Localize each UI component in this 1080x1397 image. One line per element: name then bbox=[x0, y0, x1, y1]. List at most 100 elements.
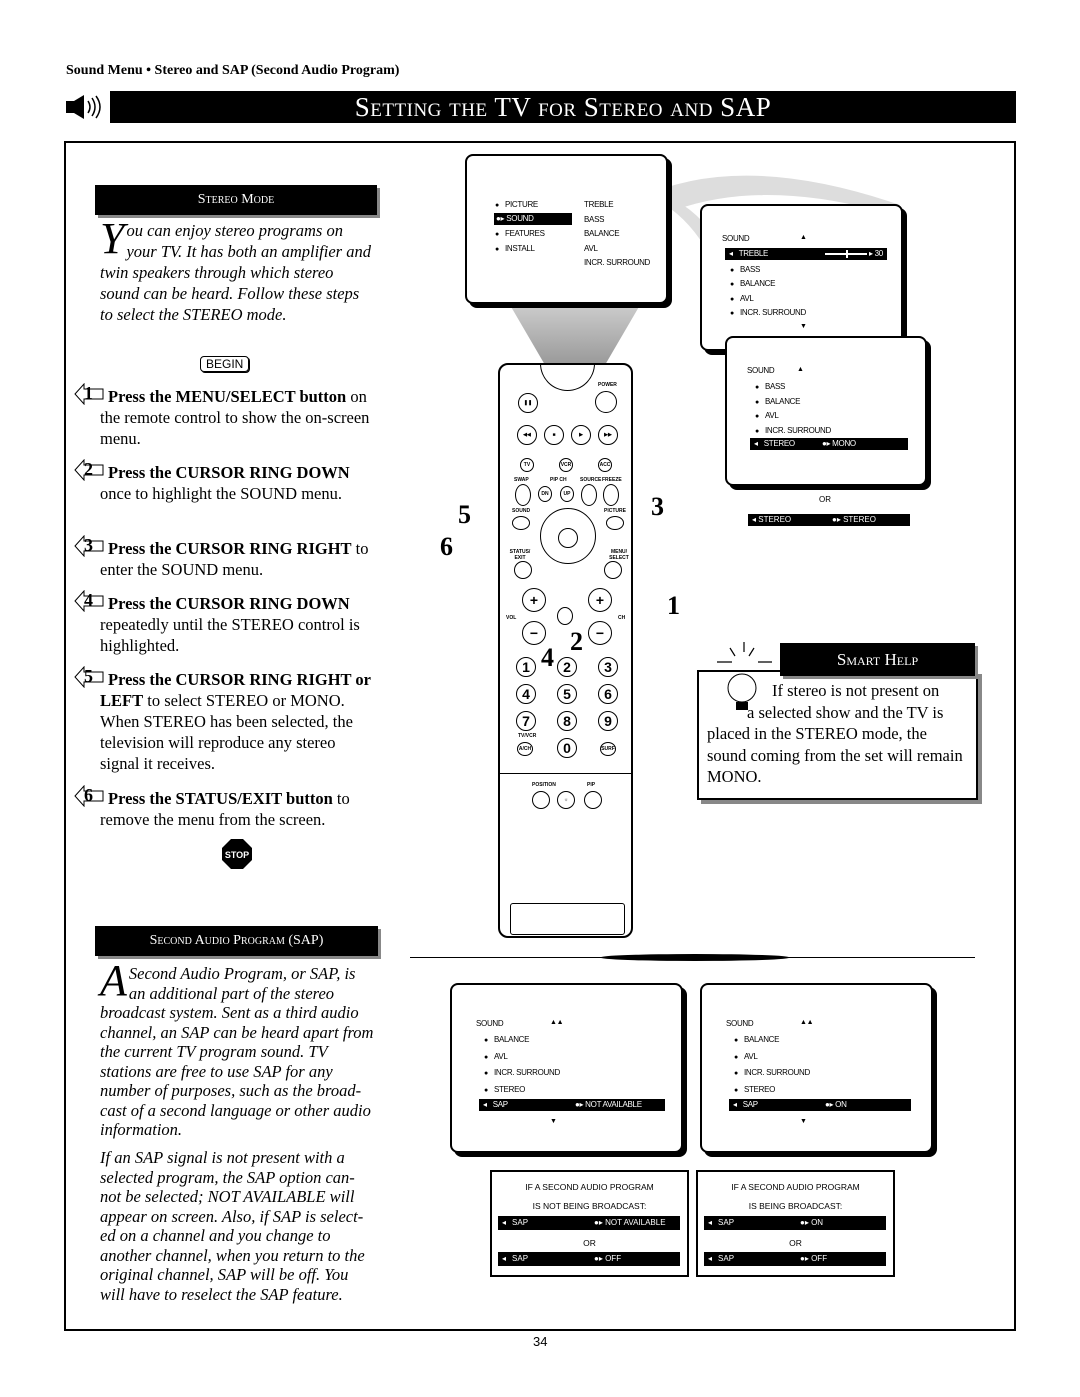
menu-select-button[interactable] bbox=[604, 561, 622, 579]
digit-4-button[interactable]: 4 bbox=[516, 684, 536, 704]
menu-item-avl[interactable]: AVL bbox=[484, 1052, 508, 1061]
step-number-arrow-icon: 2 bbox=[74, 459, 104, 481]
sound-menu-treble-screen: SOUND ▲ ◂TREBLE▸ 30 BASS BALANCE AVL INCR. SUR… bbox=[700, 204, 903, 351]
menu-item-balance[interactable]: BALANCE bbox=[755, 397, 801, 406]
selected-row-sap[interactable]: ◂ SAP ●▸ NOT AVAILABLE bbox=[479, 1099, 665, 1111]
mute-button[interactable] bbox=[557, 607, 573, 625]
menu-item-install[interactable]: INSTALL bbox=[495, 244, 535, 253]
stop-sign-icon: STOP bbox=[221, 838, 253, 875]
pip-button[interactable] bbox=[584, 791, 602, 809]
digit-1-button[interactable]: 1 bbox=[516, 657, 536, 677]
menu-item-avl[interactable]: AVL bbox=[730, 294, 754, 303]
menu-item-incr-surround[interactable]: INCR. SURROUND bbox=[484, 1068, 560, 1077]
menu-item-picture[interactable]: PICTURE bbox=[495, 200, 538, 209]
status-exit-label: STATUS/ EXIT bbox=[509, 549, 531, 561]
menu-item-bass[interactable]: BASS bbox=[730, 265, 760, 274]
smart-help-heading: Smart Help bbox=[780, 643, 975, 676]
ach-button[interactable]: A/CH bbox=[517, 742, 533, 756]
submenu-item: BASS bbox=[584, 214, 605, 224]
channel-down-button[interactable]: − bbox=[588, 621, 612, 645]
remote-label: PIP CH bbox=[550, 477, 567, 483]
treble-slider[interactable] bbox=[825, 250, 867, 258]
menu-item-incr-surround[interactable]: INCR. SURROUND bbox=[755, 426, 831, 435]
selected-row-sap[interactable]: ◂ SAP ●▸ ON bbox=[729, 1099, 911, 1111]
speaker-icon bbox=[64, 93, 108, 126]
pip-ch-down-button[interactable]: DN bbox=[538, 486, 552, 502]
digit-6-button[interactable]: 6 bbox=[598, 684, 618, 704]
pause-button[interactable]: ❚❚ bbox=[518, 393, 538, 413]
callout-2: 2 bbox=[570, 627, 583, 656]
sound-button[interactable] bbox=[512, 516, 530, 530]
power-button[interactable] bbox=[595, 391, 617, 413]
submenu-item: TREBLE bbox=[584, 200, 614, 209]
freeze-button[interactable] bbox=[603, 484, 619, 506]
stop-button[interactable]: ■ bbox=[544, 425, 564, 445]
remote-label: POWER bbox=[598, 382, 617, 388]
box-line-1: IF A SECOND AUDIO PROGRAM bbox=[731, 1182, 860, 1192]
cursor-center-button[interactable] bbox=[558, 528, 578, 548]
menu-item-balance[interactable]: BALANCE bbox=[484, 1035, 530, 1044]
menu-item-stereo[interactable]: STEREO bbox=[484, 1085, 525, 1094]
page-title: Setting the TV for Stereo and SAP bbox=[110, 91, 1016, 123]
position-button[interactable] bbox=[532, 791, 550, 809]
step-1: 1 Press the MENU/SELECT button on the rem… bbox=[74, 383, 374, 449]
callout-6: 6 bbox=[440, 532, 453, 561]
remote-label: PIP bbox=[587, 782, 596, 788]
menu-title: SOUND bbox=[747, 366, 775, 375]
sap-note: If an SAP signal is not present with a s… bbox=[100, 1148, 365, 1304]
status-exit-button[interactable] bbox=[514, 561, 532, 579]
sap-row-b: ◂ SAP ●▸ OFF bbox=[704, 1252, 886, 1266]
menu-item-balance[interactable]: BALANCE bbox=[734, 1035, 780, 1044]
step-5: 5 Press the CURSOR RING RIGHT or LEFT to … bbox=[74, 666, 374, 774]
selected-row-treble[interactable]: ◂ TREBLE ▸ 30 bbox=[725, 248, 887, 260]
channel-up-button[interactable]: + bbox=[588, 588, 612, 612]
play-button[interactable]: ▶ bbox=[571, 425, 591, 445]
remote-label: VOL bbox=[506, 615, 517, 621]
volume-up-button[interactable]: + bbox=[522, 588, 546, 612]
sap-heading: Second Audio Program (SAP) bbox=[95, 926, 378, 956]
picture-button[interactable] bbox=[606, 516, 624, 530]
digit-5-button[interactable]: 5 bbox=[557, 684, 577, 704]
digit-3-button[interactable]: 3 bbox=[598, 657, 618, 677]
menu-item-balance[interactable]: BALANCE bbox=[730, 279, 776, 288]
step-number-arrow-icon: 6 bbox=[74, 785, 104, 807]
digit-2-button[interactable]: 2 bbox=[557, 657, 577, 677]
submenu-item: BALANCE bbox=[584, 229, 620, 238]
menu-item-stereo[interactable]: STEREO bbox=[734, 1085, 775, 1094]
swap-button[interactable] bbox=[515, 484, 531, 506]
menu-title: SOUND bbox=[726, 1019, 754, 1028]
step-number-arrow-icon: 3 bbox=[74, 535, 104, 557]
tv-button[interactable]: TV bbox=[520, 458, 534, 472]
step-6: 6 Press the STATUS/EXIT button to remove … bbox=[74, 785, 374, 830]
volume-down-button[interactable]: − bbox=[522, 621, 546, 645]
remote-label: TV/VCR bbox=[518, 733, 537, 739]
digit-9-button[interactable]: 9 bbox=[598, 711, 618, 731]
divider-ornament bbox=[600, 954, 790, 961]
vcr-button[interactable]: VCR bbox=[559, 458, 573, 472]
remote-label: POSITION bbox=[532, 782, 556, 788]
menu-item-features[interactable]: FEATURES bbox=[495, 229, 545, 238]
menu-item-incr-surround[interactable]: INCR. SURROUND bbox=[734, 1068, 810, 1077]
pip-ch-up-button[interactable]: UP bbox=[560, 486, 574, 502]
sap-menu-not-available-screen: SOUND ▲▲ BALANCE AVL INCR. SURROUND STEREO ◂SA… bbox=[450, 983, 683, 1153]
sap-row-b: ◂ SAP ●▸ OFF bbox=[498, 1252, 680, 1266]
surf-button[interactable]: SURF bbox=[600, 742, 616, 756]
menu-item-incr-surround[interactable]: INCR. SURROUND bbox=[730, 308, 806, 317]
menu-item-bass[interactable]: BASS bbox=[755, 382, 785, 391]
source-button[interactable] bbox=[581, 484, 597, 506]
sap-row-a: ◂ SAP ●▸ ON bbox=[704, 1216, 886, 1230]
callout-1: 1 bbox=[667, 591, 680, 620]
brightness-button[interactable]: ☼ bbox=[557, 791, 575, 809]
digit-8-button[interactable]: 8 bbox=[557, 711, 577, 731]
menu-item-sound[interactable]: ●▸ SOUND bbox=[494, 212, 572, 225]
stereo-mode-heading: Stereo Mode bbox=[95, 185, 377, 215]
acc-button[interactable]: ACC bbox=[598, 458, 612, 472]
digit-7-button[interactable]: 7 bbox=[516, 711, 536, 731]
submenu-item: AVL bbox=[584, 243, 598, 253]
digit-0-button[interactable]: 0 bbox=[557, 738, 577, 758]
fast-forward-button[interactable]: ▶▶ bbox=[598, 425, 618, 445]
menu-item-avl[interactable]: AVL bbox=[734, 1052, 758, 1061]
selected-row-stereo[interactable]: ◂ STEREO ●▸ MONO bbox=[750, 438, 908, 450]
menu-item-avl[interactable]: AVL bbox=[755, 411, 779, 420]
rewind-button[interactable]: ◀◀ bbox=[517, 425, 537, 445]
